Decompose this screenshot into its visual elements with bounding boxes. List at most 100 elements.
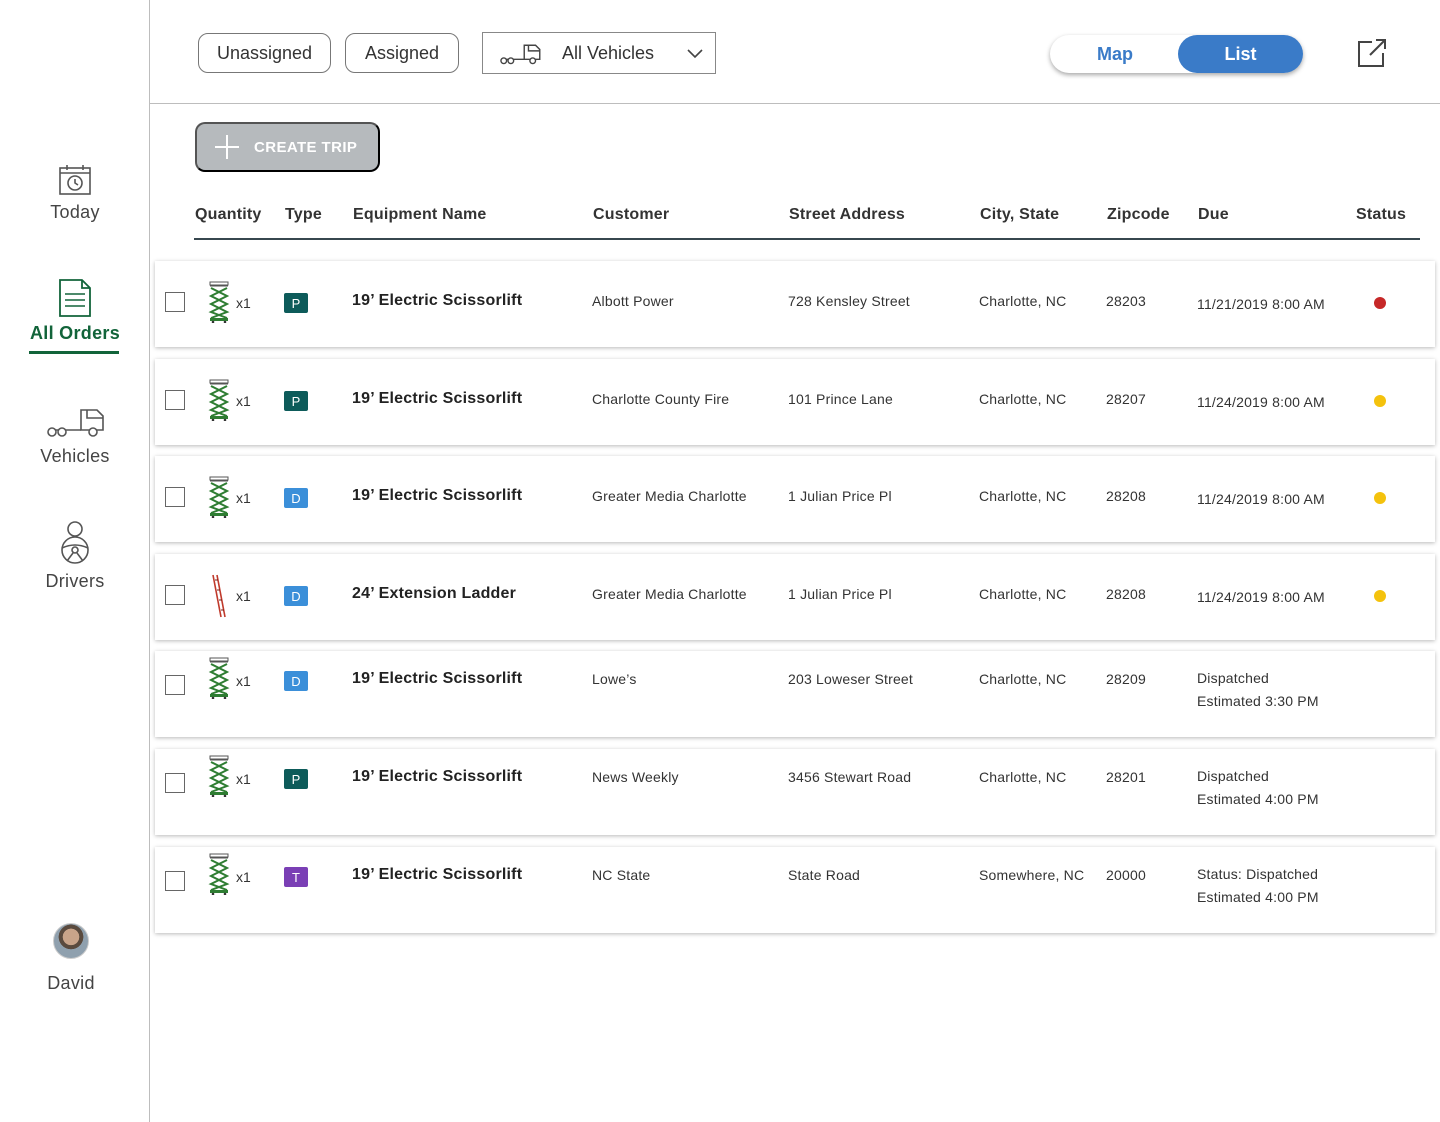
city-state: Charlotte, NC [979,391,1067,407]
row-checkbox[interactable] [165,675,185,695]
column-header-type[interactable]: Type [285,206,322,224]
status-indicator [1374,395,1386,407]
column-header-street[interactable]: Street Address [789,206,905,224]
due-value: 11/24/2019 8:00 AM [1197,394,1325,410]
equipment-name[interactable]: 19’ Electric Scissorlift [352,390,522,408]
customer-name: Charlotte County Fire [592,391,730,407]
truck-icon [500,44,541,65]
street-address: 3456 Stewart Road [788,769,912,785]
create-trip-button[interactable]: CREATE TRIP [195,122,380,172]
quantity-value: x1 [236,869,251,885]
table-row[interactable]: x1 D 19’ Electric Scissorlift Greater Me… [155,456,1435,542]
chevron-down-icon [687,49,703,59]
sidebar: Today All Orders Vehicles Drivers David [0,0,150,1122]
status-indicator [1374,492,1386,504]
equipment-image [207,755,231,802]
city-state: Somewhere, NC [979,867,1085,883]
table-row[interactable]: x1 P 19’ Electric Scissorlift Albott Pow… [155,261,1435,347]
equipment-name[interactable]: 24’ Extension Ladder [352,585,516,603]
sidebar-item-today[interactable]: Today [0,164,150,223]
equipment-name[interactable]: 19’ Electric Scissorlift [352,487,522,505]
external-link-icon[interactable] [1356,38,1388,68]
quantity-value: x1 [236,393,251,409]
vehicle-select[interactable]: All Vehicles [482,32,716,74]
table-row[interactable]: x1 P 19’ Electric Scissorlift News Weekl… [155,749,1435,835]
active-nav-indicator [29,351,119,354]
equipment-name[interactable]: 19’ Electric Scissorlift [352,670,522,688]
sidebar-item-vehicles[interactable]: Vehicles [0,404,150,467]
city-state: Charlotte, NC [979,671,1067,687]
plus-icon [215,135,239,159]
top-bar: Unassigned Assigned All Vehicles Map Lis… [150,0,1440,104]
column-header-due[interactable]: Due [1198,206,1229,224]
create-trip-label: CREATE TRIP [254,138,358,156]
document-icon [59,279,91,317]
column-header-quantity[interactable]: Quantity [195,206,262,224]
column-header-city[interactable]: City, State [980,206,1059,224]
vehicle-select-value: All Vehicles [562,42,655,63]
street-address: 203 Loweser Street [788,671,914,687]
table-row[interactable]: x1 P 19’ Electric Scissorlift Charlotte … [155,359,1435,445]
table-header: Quantity Type Equipment Name Customer St… [194,198,1420,240]
due-value: 11/21/2019 8:00 AM [1197,296,1325,312]
table-row[interactable]: x1 T 19’ Electric Scissorlift NC State S… [155,847,1435,933]
zipcode: 28209 [1106,671,1146,687]
due-value: Dispatched [1197,670,1270,686]
due-estimate: Estimated 4:00 PM [1197,889,1319,905]
equipment-name[interactable]: 19’ Electric Scissorlift [352,292,522,310]
customer-name: Albott Power [592,293,674,309]
due-value: Dispatched [1197,768,1270,784]
unassigned-filter-button[interactable]: Unassigned [198,33,331,73]
equipment-name[interactable]: 19’ Electric Scissorlift [352,866,522,884]
due-estimate: Estimated 4:00 PM [1197,791,1319,807]
sidebar-item-label: All Orders [29,323,121,343]
type-badge: P [284,293,308,313]
type-badge: D [284,671,308,691]
sidebar-item-label: Today [50,202,100,222]
scissorlift-icon [208,755,230,798]
column-header-zipcode[interactable]: Zipcode [1107,206,1170,224]
type-badge: D [284,488,308,508]
scissorlift-icon [208,476,230,519]
sidebar-item-drivers[interactable]: Drivers [0,520,150,592]
zipcode: 28207 [1106,391,1146,407]
zipcode: 20000 [1106,867,1146,883]
column-header-customer[interactable]: Customer [593,206,669,224]
customer-name: Greater Media Charlotte [592,586,747,602]
due-estimate: Estimated 3:30 PM [1197,693,1319,709]
table-row[interactable]: x1 D 24’ Extension Ladder Greater Media … [155,554,1435,640]
zipcode: 28208 [1106,586,1146,602]
status-indicator [1374,297,1386,309]
column-header-status[interactable]: Status [1356,206,1406,224]
table-row[interactable]: x1 D 19’ Electric Scissorlift Lowe’s 203… [155,651,1435,737]
row-checkbox[interactable] [165,487,185,507]
scissorlift-icon [208,281,230,324]
type-badge: D [284,586,308,606]
row-checkbox[interactable] [165,390,185,410]
assigned-filter-button[interactable]: Assigned [345,33,459,73]
row-checkbox[interactable] [165,871,185,891]
customer-name: NC State [592,867,651,883]
column-header-equipment[interactable]: Equipment Name [353,206,487,224]
row-checkbox[interactable] [165,773,185,793]
customer-name: Greater Media Charlotte [592,488,747,504]
scissorlift-icon [208,657,230,700]
type-badge: P [284,391,308,411]
customer-name: News Weekly [592,769,679,785]
row-checkbox[interactable] [165,585,185,605]
quantity-value: x1 [236,588,251,604]
street-address: 101 Prince Lane [788,391,893,407]
equipment-name[interactable]: 19’ Electric Scissorlift [352,768,522,786]
avatar [53,923,89,959]
zipcode: 28201 [1106,769,1146,785]
row-checkbox[interactable] [165,292,185,312]
type-badge: T [284,867,308,887]
equipment-image [207,379,231,426]
sidebar-item-all-orders[interactable]: All Orders [0,278,150,344]
map-view-button[interactable]: Map [1050,35,1180,73]
street-address: State Road [788,867,861,883]
quantity-value: x1 [236,295,251,311]
list-view-button[interactable]: List [1178,35,1303,73]
ladder-icon [212,574,226,618]
user-profile[interactable]: David [0,923,146,994]
